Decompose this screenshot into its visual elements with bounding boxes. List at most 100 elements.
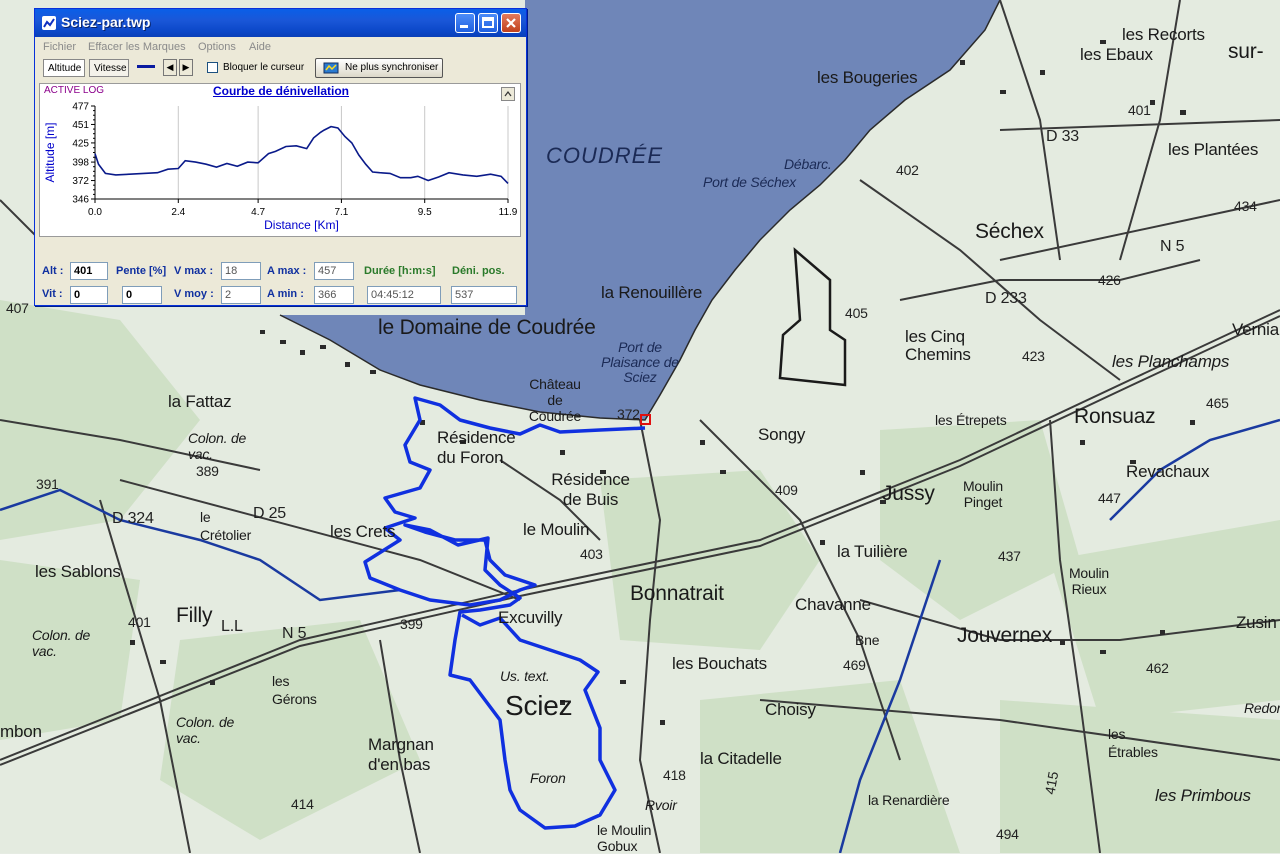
map-elev-401: 401 <box>1128 102 1151 118</box>
lock-cursor-checkbox[interactable] <box>207 62 218 73</box>
map-elev-399: 399 <box>400 616 423 632</box>
map-elev-418: 418 <box>663 767 686 783</box>
map-label-road-d324: D 324 <box>112 510 154 527</box>
map-label-chavanne: Chavanne <box>795 595 871 614</box>
amin-label: A min : <box>267 288 304 300</box>
menu-effacer-marques[interactable]: Effacer les Marques <box>88 41 186 53</box>
alt-field[interactable]: 401 <box>70 262 108 280</box>
y-tick-label: 346 <box>72 195 89 206</box>
map-label-port-plaisance: Port de Plaisance de Sciez <box>601 339 679 385</box>
map-elev-414: 414 <box>291 796 314 812</box>
maximize-icon <box>482 17 494 28</box>
deni-field[interactable]: 537 <box>451 286 517 304</box>
map-label-primbous: les Primbous <box>1155 786 1251 805</box>
vmoy-label: V moy : <box>174 288 214 300</box>
x-tick-label: 9.5 <box>418 207 432 218</box>
map-label-filly: Filly <box>176 604 213 627</box>
menu-bar: Fichier Effacer les Marques Options Aide <box>35 37 526 57</box>
map-label-citadelle: la Citadelle <box>700 749 782 768</box>
map-elev-447: 447 <box>1098 490 1121 506</box>
map-label-bouchats: les Bouchats <box>672 654 767 673</box>
minimize-button[interactable] <box>455 13 475 33</box>
map-elev-423: 423 <box>1022 348 1045 364</box>
x-tick-label: 0.0 <box>88 207 102 218</box>
map-label-planchamps: les Planchamps <box>1112 352 1230 371</box>
tab-vitesse[interactable]: Vitesse <box>89 59 129 77</box>
maximize-button[interactable] <box>478 13 498 33</box>
chart-collapse-button[interactable] <box>501 87 515 101</box>
map-elev-402: 402 <box>896 162 919 178</box>
map-label-debarc: Débarc. <box>784 156 832 172</box>
map-label-colon-2: Colon. de vac. <box>32 627 91 659</box>
map-label-zusin: Zusin <box>1236 613 1277 632</box>
x-tick-label: 11.9 <box>499 207 518 218</box>
minimize-icon <box>460 25 468 28</box>
menu-aide[interactable]: Aide <box>249 41 271 53</box>
map-elev-405: 405 <box>845 305 868 321</box>
vmax-field[interactable]: 18 <box>221 262 261 280</box>
map-label-fattaz: la Fattaz <box>168 392 232 411</box>
menu-fichier[interactable]: Fichier <box>43 41 76 53</box>
toolbar: Altitude Vitesse ◀ ▶ Bloquer le curseur … <box>37 57 524 81</box>
y-tick-label: 398 <box>72 158 89 169</box>
elevation-profile-window[interactable]: Sciez-par.twp Fichier Effacer les Marque… <box>34 8 527 306</box>
x-tick-label: 7.1 <box>334 207 348 218</box>
next-button[interactable]: ▶ <box>179 59 193 76</box>
chart-y-ticks: 477 451 425 398 372 346 <box>72 102 95 206</box>
stats-panel: Alt : 401 Vit : 0 Pente [%] 0 V max : 18… <box>37 240 524 304</box>
amin-field[interactable]: 366 <box>314 286 354 304</box>
y-tick-label: 372 <box>72 176 89 187</box>
map-label-moulin-rieux: Moulin Rieux <box>1068 565 1110 597</box>
x-tick-label: 2.4 <box>171 207 185 218</box>
map-elev-403: 403 <box>580 546 603 562</box>
tab-altitude[interactable]: Altitude <box>43 59 85 77</box>
map-elev-462: 462 <box>1146 660 1169 676</box>
map-label-ebaux: les Ebaux <box>1080 45 1153 64</box>
map-label-coudree: COUDRÉE <box>546 143 664 168</box>
sync-button[interactable]: Ne plus synchroniser <box>315 58 443 78</box>
chart-x-axis-label: Distance [Km] <box>264 218 339 232</box>
title-bar[interactable]: Sciez-par.twp <box>35 9 526 37</box>
vmoy-field[interactable]: 2 <box>221 286 261 304</box>
map-elev-407: 407 <box>6 300 29 316</box>
amax-field[interactable]: 457 <box>314 262 354 280</box>
x-tick-label: 4.7 <box>251 207 265 218</box>
map-label-sciez: Sciez <box>505 690 573 721</box>
map-elev-389: 389 <box>196 463 219 479</box>
map-label-colon-1: Colon. de vac. <box>188 430 247 462</box>
chart-grid <box>94 106 509 199</box>
map-elev-437: 437 <box>998 548 1021 564</box>
map-label-les-crets: les Crets <box>330 522 396 541</box>
close-button[interactable] <box>501 13 521 33</box>
map-elev-494: 494 <box>996 826 1019 842</box>
chart-y-axis-label: Altitude [m] <box>43 122 57 182</box>
pente-label: Pente [%] <box>116 265 167 277</box>
elevation-chart-panel[interactable]: 0.0 2.4 4.7 7.1 9.5 11.9 477 451 425 398 372 346 D… <box>39 83 521 237</box>
map-elev-465: 465 <box>1206 395 1229 411</box>
map-elev-372: 372 <box>617 406 640 422</box>
sync-icon <box>323 62 339 74</box>
map-label-colon-3: Colon. de vac. <box>176 714 235 746</box>
map-label-etrables: les Étrables <box>1108 726 1158 760</box>
prev-button[interactable]: ◀ <box>163 59 177 76</box>
y-tick-label: 477 <box>72 102 89 113</box>
map-label-port-sechex: Port de Séchex <box>703 174 796 190</box>
pente-field[interactable]: 0 <box>122 286 162 304</box>
lock-cursor-label: Bloquer le curseur <box>223 62 305 73</box>
map-label-sur: sur- <box>1228 40 1264 63</box>
window-title: Sciez-par.twp <box>61 14 151 30</box>
deni-label: Déni. pos. <box>452 265 505 277</box>
map-label-sablons: les Sablons <box>35 562 121 581</box>
map-label-road-n5b: N 5 <box>282 625 307 642</box>
map-label-songy: Songy <box>758 425 806 444</box>
amax-label: A max : <box>267 265 307 277</box>
duree-field[interactable]: 04:45:12 <box>367 286 441 304</box>
elevation-chart[interactable]: 0.0 2.4 4.7 7.1 9.5 11.9 477 451 425 398 372 346 D… <box>40 84 520 236</box>
menu-options[interactable]: Options <box>198 41 236 53</box>
map-label-road-d33: D 33 <box>1046 128 1079 145</box>
vit-field[interactable]: 0 <box>70 286 108 304</box>
map-label-tuiliere: la Tuilière <box>837 542 908 561</box>
sync-button-label: Ne plus synchroniser <box>345 62 439 73</box>
map-label-mbon: mbon <box>0 722 42 741</box>
map-label-bonnatrait: Bonnatrait <box>630 582 724 605</box>
